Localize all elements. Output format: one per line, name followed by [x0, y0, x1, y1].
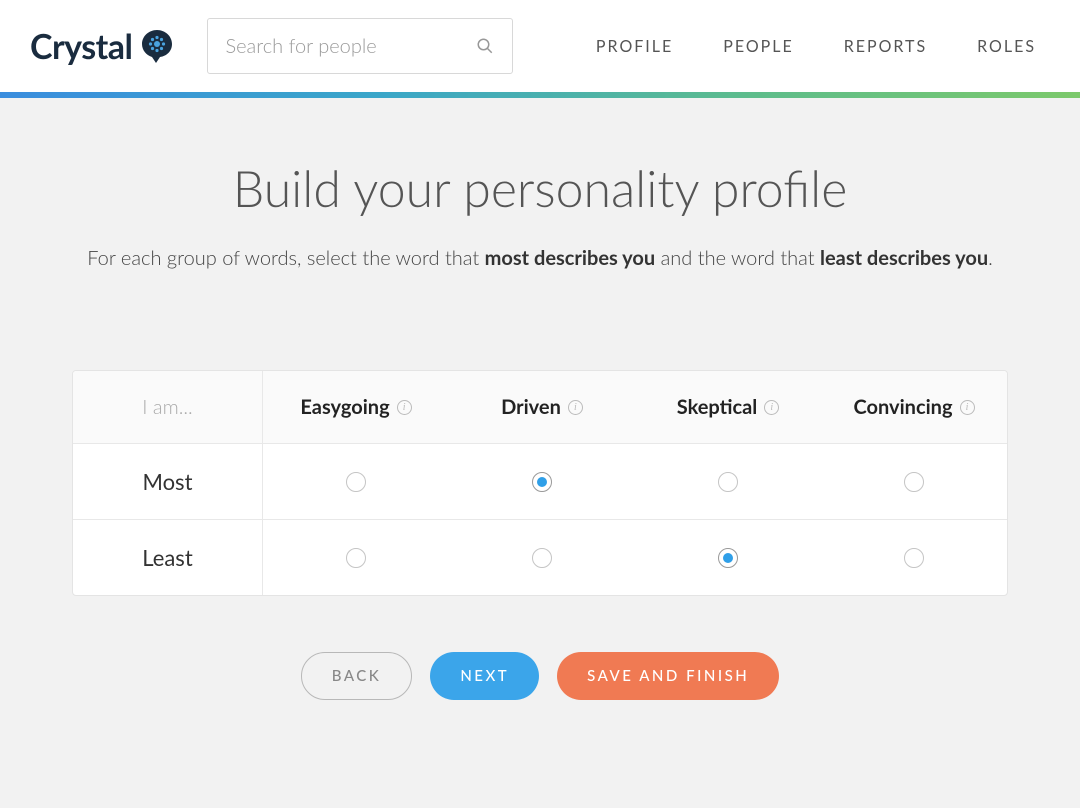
radio-most-driven[interactable] [532, 472, 552, 492]
row-label-least: Least [142, 544, 192, 571]
info-icon[interactable]: i [764, 400, 779, 415]
iam-label: I am... [142, 395, 192, 419]
row-label-cell: Least [73, 520, 263, 595]
radio-most-convincing[interactable] [904, 472, 924, 492]
search-icon [476, 37, 494, 55]
logo-icon [139, 28, 175, 64]
word-header-convincing: Convincing i [821, 371, 1007, 443]
instructions-text: and the word that [655, 246, 820, 270]
nav-profile[interactable]: PROFILE [596, 37, 673, 56]
radio-least-driven[interactable] [532, 548, 552, 568]
button-row: BACK NEXT SAVE AND FINISH [40, 652, 1040, 700]
instructions-text: . [988, 246, 993, 270]
radio-most-skeptical[interactable] [718, 472, 738, 492]
nav-roles[interactable]: ROLES [977, 37, 1036, 56]
iam-cell: I am... [73, 371, 263, 443]
radio-most-easygoing[interactable] [346, 472, 366, 492]
word-label: Skeptical [677, 395, 758, 419]
instructions-text: For each group of words, select the word… [87, 246, 484, 270]
radio-cell [263, 444, 449, 519]
logo-text: Crystal [30, 26, 133, 67]
radio-cell [449, 444, 635, 519]
nav-reports[interactable]: REPORTS [844, 37, 927, 56]
word-header-skeptical: Skeptical i [635, 371, 821, 443]
word-header-easygoing: Easygoing i [263, 371, 449, 443]
search-input[interactable] [226, 34, 476, 58]
radio-cell [821, 520, 1007, 595]
row-label-most: Most [143, 468, 193, 495]
next-button[interactable]: NEXT [430, 652, 539, 700]
table-header-row: I am... Easygoing i Driven i Skeptical i [73, 371, 1007, 444]
header: Crystal PROFILE P [0, 0, 1080, 92]
table-row-most: Most [73, 444, 1007, 520]
instructions: For each group of words, select the word… [40, 246, 1040, 270]
back-button[interactable]: BACK [301, 652, 413, 700]
word-header-driven: Driven i [449, 371, 635, 443]
radio-least-easygoing[interactable] [346, 548, 366, 568]
page-title: Build your personality profile [40, 158, 1040, 218]
radio-cell [635, 444, 821, 519]
radio-least-convincing[interactable] [904, 548, 924, 568]
logo[interactable]: Crystal [30, 26, 175, 67]
nav: PROFILE PEOPLE REPORTS ROLES [596, 37, 1050, 56]
instructions-bold-most: most describes you [485, 246, 656, 270]
info-icon[interactable]: i [960, 400, 975, 415]
radio-least-skeptical[interactable] [718, 548, 738, 568]
nav-people[interactable]: PEOPLE [723, 37, 793, 56]
radio-cell [449, 520, 635, 595]
radio-cell [263, 520, 449, 595]
word-selection-table: I am... Easygoing i Driven i Skeptical i [72, 370, 1008, 596]
table-row-least: Least [73, 520, 1007, 595]
save-and-finish-button[interactable]: SAVE AND FINISH [557, 652, 779, 700]
main-content: Build your personality profile For each … [0, 98, 1080, 808]
word-label: Driven [501, 395, 561, 419]
word-label: Convincing [853, 395, 952, 419]
row-label-cell: Most [73, 444, 263, 519]
search-box[interactable] [207, 18, 513, 74]
word-label: Easygoing [300, 395, 389, 419]
instructions-bold-least: least describes you [820, 246, 988, 270]
radio-cell [821, 444, 1007, 519]
info-icon[interactable]: i [397, 400, 412, 415]
radio-cell [635, 520, 821, 595]
info-icon[interactable]: i [568, 400, 583, 415]
